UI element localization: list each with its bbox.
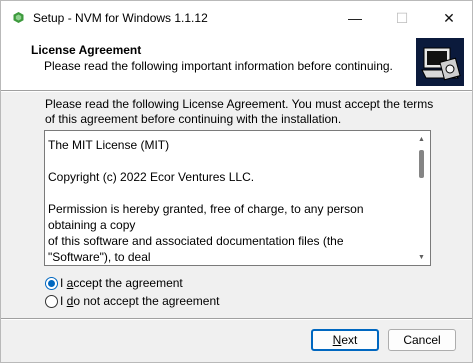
page-subtitle: Please read the following important info… <box>44 59 393 73</box>
maximize-icon: ☐ <box>395 9 409 26</box>
accept-radio[interactable] <box>45 276 58 290</box>
accept-label[interactable]: I accept the agreement <box>60 276 183 290</box>
page-title: License Agreement <box>31 43 142 57</box>
minimize-button[interactable]: — <box>332 1 378 35</box>
setup-window: Setup - NVM for Windows 1.1.12 — ☐ ✕ Lic… <box>0 0 473 363</box>
window-title: Setup - NVM for Windows 1.1.12 <box>33 11 208 25</box>
header-divider <box>1 90 472 92</box>
title-bar[interactable]: Setup - NVM for Windows 1.1.12 — ☐ ✕ <box>1 1 472 35</box>
minimize-icon: — <box>348 10 362 26</box>
installer-computer-icon <box>416 38 464 86</box>
wizard-header: License Agreement Please read the follow… <box>1 35 472 90</box>
decline-label[interactable]: I do not accept the agreement <box>60 294 219 308</box>
scroll-down-icon[interactable]: ▼ <box>413 250 430 264</box>
footer-divider <box>1 318 472 320</box>
license-text: The MIT License (MIT) Copyright (c) 2022… <box>48 138 364 264</box>
decline-option[interactable]: I do not accept the agreement <box>45 294 219 308</box>
instructions-text: Please read the following License Agreem… <box>45 97 434 126</box>
license-scrollbar[interactable]: ▲ ▼ <box>413 131 430 265</box>
close-button[interactable]: ✕ <box>426 1 472 35</box>
scroll-thumb[interactable] <box>419 150 424 178</box>
accept-option[interactable]: I accept the agreement <box>45 276 183 290</box>
maximize-button[interactable]: ☐ <box>379 1 425 35</box>
scroll-up-icon[interactable]: ▲ <box>413 132 430 146</box>
decline-radio[interactable] <box>45 294 58 308</box>
next-button[interactable]: Next <box>311 329 379 351</box>
cancel-button[interactable]: Cancel <box>388 329 456 351</box>
close-icon: ✕ <box>443 9 455 26</box>
license-textbox[interactable]: The MIT License (MIT) Copyright (c) 2022… <box>44 130 431 266</box>
nvm-setup-icon <box>13 12 24 23</box>
